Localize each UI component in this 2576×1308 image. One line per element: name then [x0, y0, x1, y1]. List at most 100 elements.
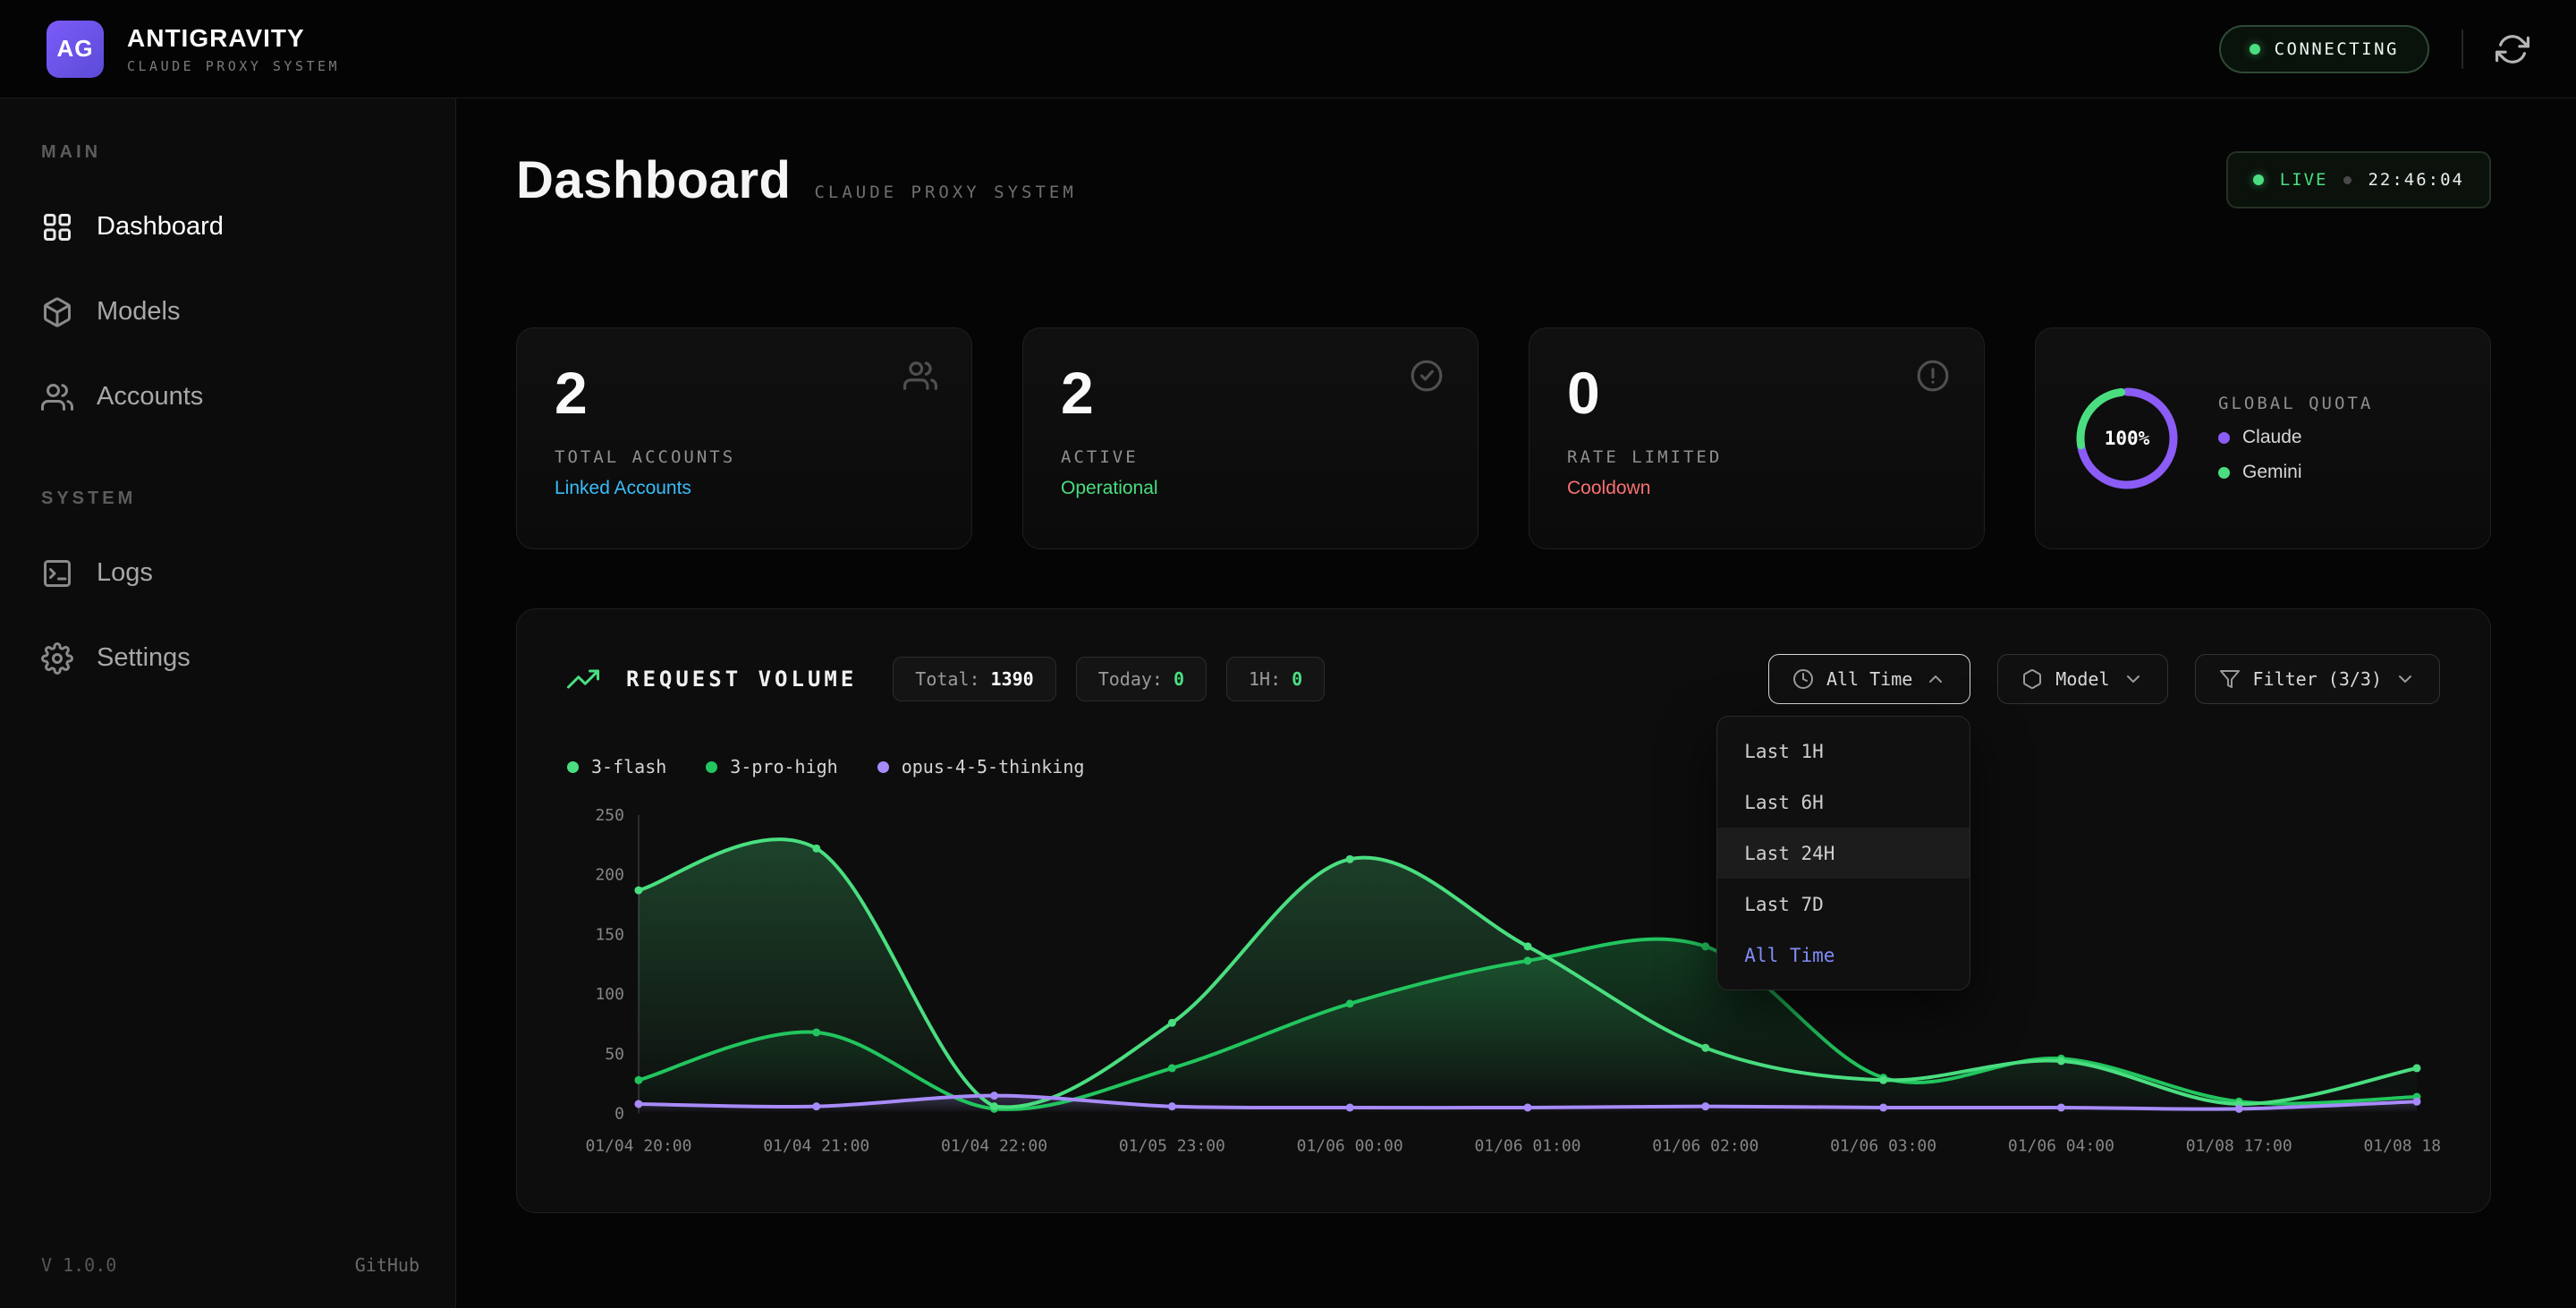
chevron-down-icon [2394, 668, 2416, 690]
sidebar-item-label: Logs [97, 558, 153, 588]
svg-text:01/06 04:00: 01/06 04:00 [2008, 1137, 2114, 1156]
stat-value: 2 [555, 362, 934, 424]
app-root: AG ANTIGRAVITY CLAUDE PROXY SYSTEM CONNE… [0, 0, 2576, 1308]
svg-text:01/06 02:00: 01/06 02:00 [1652, 1137, 1758, 1156]
svg-text:100: 100 [595, 985, 623, 1004]
chart-header: REQUEST VOLUME Total: 1390 Today: 0 [567, 654, 2440, 704]
connection-status-label: CONNECTING [2275, 39, 2399, 59]
legend-label: 3-flash [591, 756, 666, 777]
total-requests-pill: Total: 1390 [893, 657, 1055, 701]
chart-controls: All Time Last 1H Last 6H Last 24H Last 7… [1768, 654, 2440, 704]
page-header: Dashboard CLAUDE PROXY SYSTEM LIVE 22:46… [516, 145, 2491, 215]
time-range-dropdown: Last 1H Last 6H Last 24H Last 7D All Tim… [1716, 716, 1970, 990]
sidebar-item-label: Dashboard [97, 212, 224, 242]
dropdown-item-all-time[interactable]: All Time [1717, 930, 1970, 981]
time-range-button[interactable]: All Time [1768, 654, 1970, 704]
trending-up-icon [567, 663, 599, 695]
sidebar-item-settings[interactable]: Settings [0, 616, 455, 701]
version-label: V 1.0.0 [41, 1254, 116, 1276]
sidebar-item-dashboard[interactable]: Dashboard [0, 184, 455, 269]
chevron-down-icon [2123, 668, 2144, 690]
dropdown-item-last-6h[interactable]: Last 6H [1717, 777, 1970, 828]
svg-text:0: 0 [614, 1105, 624, 1124]
svg-text:50: 50 [605, 1045, 624, 1064]
svg-text:01/04 20:00: 01/04 20:00 [585, 1137, 691, 1156]
github-link[interactable]: GitHub [355, 1254, 419, 1276]
provider-name: Claude [2242, 427, 2302, 448]
cube-icon [2021, 668, 2043, 690]
sidebar-item-label: Accounts [97, 382, 203, 412]
funnel-icon [2219, 668, 2241, 690]
connection-status-badge: CONNECTING [2219, 25, 2429, 73]
alert-circle-icon [1916, 359, 1950, 393]
series-dot-icon [877, 761, 889, 773]
hour-requests-pill: 1H: 0 [1226, 657, 1325, 701]
svg-text:01/06 03:00: 01/06 03:00 [1830, 1137, 1936, 1156]
model-button[interactable]: Model [1997, 654, 2167, 704]
svg-text:01/08 17:00: 01/08 17:00 [2186, 1137, 2292, 1156]
stat-card-active: 2 ACTIVE Operational [1022, 327, 1479, 549]
quota-ring: 100% [2073, 385, 2181, 492]
svg-text:01/04 22:00: 01/04 22:00 [941, 1137, 1047, 1156]
svg-text:01/04 21:00: 01/04 21:00 [763, 1137, 869, 1156]
grid-icon [41, 211, 73, 243]
svg-text:150: 150 [595, 925, 623, 944]
svg-text:200: 200 [595, 866, 623, 885]
live-dot-icon [2253, 174, 2264, 185]
svg-text:01/05 23:00: 01/05 23:00 [1119, 1137, 1225, 1156]
provider-gemini: Gemini [2218, 462, 2373, 483]
sidebar-footer: V 1.0.0 GitHub [41, 1254, 419, 1276]
legend-label: opus-4-5-thinking [902, 756, 1085, 777]
live-status-badge: LIVE 22:46:04 [2226, 151, 2491, 208]
request-volume-card: REQUEST VOLUME Total: 1390 Today: 0 [516, 608, 2491, 1213]
topbar: AG ANTIGRAVITY CLAUDE PROXY SYSTEM CONNE… [0, 0, 2576, 98]
sidebar-item-label: Models [97, 297, 181, 327]
main-content: Dashboard CLAUDE PROXY SYSTEM LIVE 22:46… [456, 98, 2576, 1308]
app-title: ANTIGRAVITY [127, 24, 340, 53]
filter-button[interactable]: Filter (3/3) [2195, 654, 2441, 704]
sidebar-item-accounts[interactable]: Accounts [0, 354, 455, 439]
status-dot-icon [2250, 44, 2260, 55]
app-subtitle: CLAUDE PROXY SYSTEM [127, 58, 340, 74]
sidebar-section-main: MAIN [0, 141, 455, 163]
claude-dot-icon [2218, 432, 2230, 444]
filter-button-label: Filter (3/3) [2253, 668, 2383, 690]
today-requests-pill: Today: 0 [1076, 657, 1207, 701]
refresh-icon[interactable] [2496, 32, 2529, 66]
provider-claude: Claude [2218, 427, 2373, 448]
sidebar-item-logs[interactable]: Logs [0, 531, 455, 616]
total-value: 1390 [991, 668, 1034, 690]
clock-icon [1792, 668, 1814, 690]
svg-text:01/06 01:00: 01/06 01:00 [1474, 1137, 1580, 1156]
chart-legend: 3-flash 3-pro-high opus-4-5-thinking [567, 754, 2440, 779]
series-dot-icon [706, 761, 717, 773]
stat-card-total-accounts: 2 TOTAL ACCOUNTS Linked Accounts [516, 327, 972, 549]
stat-label: RATE LIMITED [1567, 447, 1946, 467]
check-circle-icon [1410, 359, 1444, 393]
sidebar-item-models[interactable]: Models [0, 269, 455, 354]
stat-label: ACTIVE [1061, 447, 1440, 467]
dropdown-item-last-24h[interactable]: Last 24H [1717, 828, 1970, 879]
global-quota-card: 100% GLOBAL QUOTA Claude Gemini [2035, 327, 2491, 549]
dropdown-item-last-1h[interactable]: Last 1H [1717, 726, 1970, 777]
stat-card-rate-limited: 0 RATE LIMITED Cooldown [1529, 327, 1985, 549]
provider-name: Gemini [2242, 462, 2302, 483]
stat-sub: Operational [1061, 478, 1440, 499]
sidebar-section-system: SYSTEM [0, 488, 455, 509]
stat-sub: Cooldown [1567, 478, 1946, 499]
today-value: 0 [1174, 668, 1184, 690]
live-label: LIVE [2280, 170, 2328, 190]
terminal-icon [41, 557, 73, 590]
stat-sub: Linked Accounts [555, 478, 934, 499]
gemini-dot-icon [2218, 467, 2230, 479]
gear-icon [41, 642, 73, 675]
users-icon [41, 381, 73, 413]
sidebar-item-label: Settings [97, 643, 191, 673]
legend-item-3-flash: 3-flash [567, 756, 666, 777]
brand: AG ANTIGRAVITY CLAUDE PROXY SYSTEM [47, 21, 340, 78]
stat-cards-row: 2 TOTAL ACCOUNTS Linked Accounts 2 ACTIV… [516, 327, 2491, 549]
page-title: Dashboard [516, 150, 791, 210]
legend-label: 3-pro-high [730, 756, 837, 777]
dropdown-item-last-7d[interactable]: Last 7D [1717, 879, 1970, 930]
legend-item-opus: opus-4-5-thinking [877, 756, 1085, 777]
